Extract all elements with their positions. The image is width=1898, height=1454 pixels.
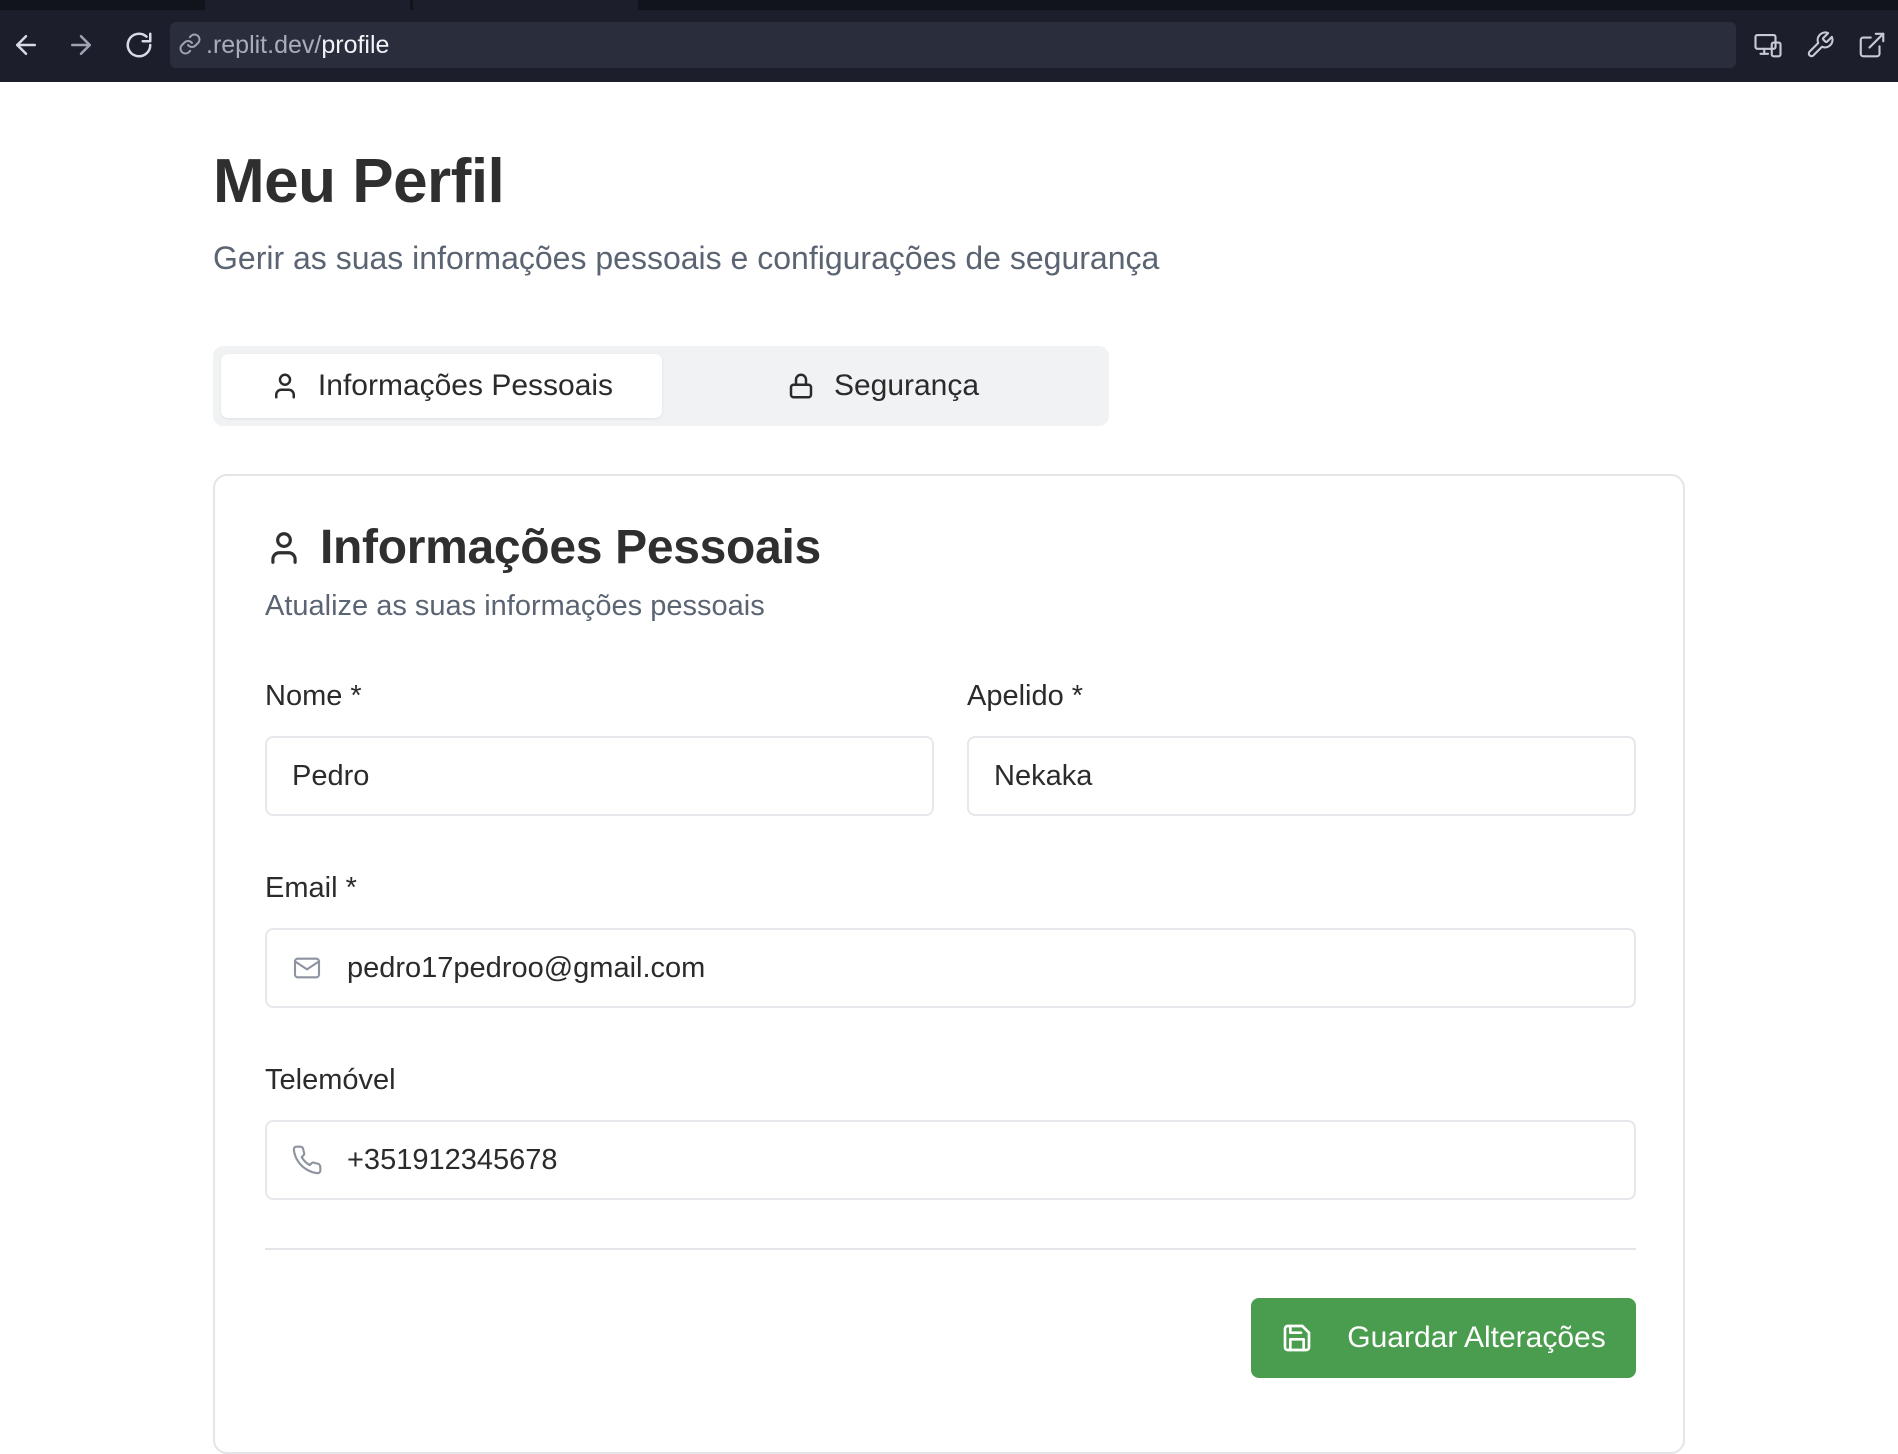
wrench-icon[interactable]: [1799, 24, 1841, 66]
first-name-input[interactable]: Pedro: [265, 736, 934, 816]
lock-icon: [789, 373, 813, 399]
first-name-value: Pedro: [292, 759, 370, 792]
page-title: Meu Perfil: [213, 147, 505, 216]
divider: [265, 1248, 1636, 1250]
last-name-input[interactable]: Nekaka: [967, 736, 1636, 816]
browser-toolbar: .replit.dev/profile: [0, 0, 1898, 82]
phone-label: Telemóvel: [265, 1064, 396, 1096]
save-icon: [1283, 1324, 1311, 1352]
url-bar[interactable]: .replit.dev/profile: [170, 22, 1736, 68]
tab-security[interactable]: Segurança: [662, 354, 1103, 418]
link-icon: [178, 32, 204, 58]
email-value: pedro17pedroo@gmail.com: [347, 951, 706, 984]
profile-tabs: Informações Pessoais Segurança: [213, 346, 1109, 426]
arrow-right-icon[interactable]: [58, 22, 104, 68]
devices-icon[interactable]: [1747, 24, 1789, 66]
card-title: Informações Pessoais: [320, 521, 821, 574]
save-changes-button[interactable]: Guardar Alterações: [1251, 1298, 1636, 1378]
mail-icon: [291, 952, 323, 984]
phone-icon: [291, 1144, 323, 1176]
email-label: Email *: [265, 872, 357, 904]
phone-input[interactable]: +351912345678: [265, 1120, 1636, 1200]
url-path: profile: [321, 30, 390, 59]
reload-icon[interactable]: [116, 22, 162, 68]
phone-value: +351912345678: [347, 1143, 558, 1176]
card-subtitle: Atualize as suas informações pessoais: [265, 590, 765, 622]
page-subtitle: Gerir as suas informações pessoais e con…: [213, 240, 1160, 276]
arrow-left-icon[interactable]: [3, 22, 49, 68]
first-name-label: Nome *: [265, 680, 362, 712]
last-name-label: Apelido *: [967, 680, 1084, 712]
personal-info-card: Informações Pessoais Atualize as suas in…: [213, 474, 1685, 1454]
external-link-icon[interactable]: [1851, 24, 1893, 66]
email-input[interactable]: pedro17pedroo@gmail.com: [265, 928, 1636, 1008]
browser-tab[interactable]: [413, 0, 638, 10]
tab-label: Segurança: [833, 369, 980, 402]
url-host: .replit.dev/: [206, 30, 322, 59]
tab-personal-info[interactable]: Informações Pessoais: [221, 354, 662, 418]
user-icon: [265, 528, 303, 568]
last-name-value: Nekaka: [994, 759, 1093, 792]
save-button-label: Guardar Alterações: [1347, 1321, 1606, 1354]
user-icon: [274, 373, 295, 399]
tab-label: Informações Pessoais: [317, 369, 614, 402]
browser-tab[interactable]: [205, 0, 410, 10]
browser-tab-strip: [0, 0, 1898, 10]
